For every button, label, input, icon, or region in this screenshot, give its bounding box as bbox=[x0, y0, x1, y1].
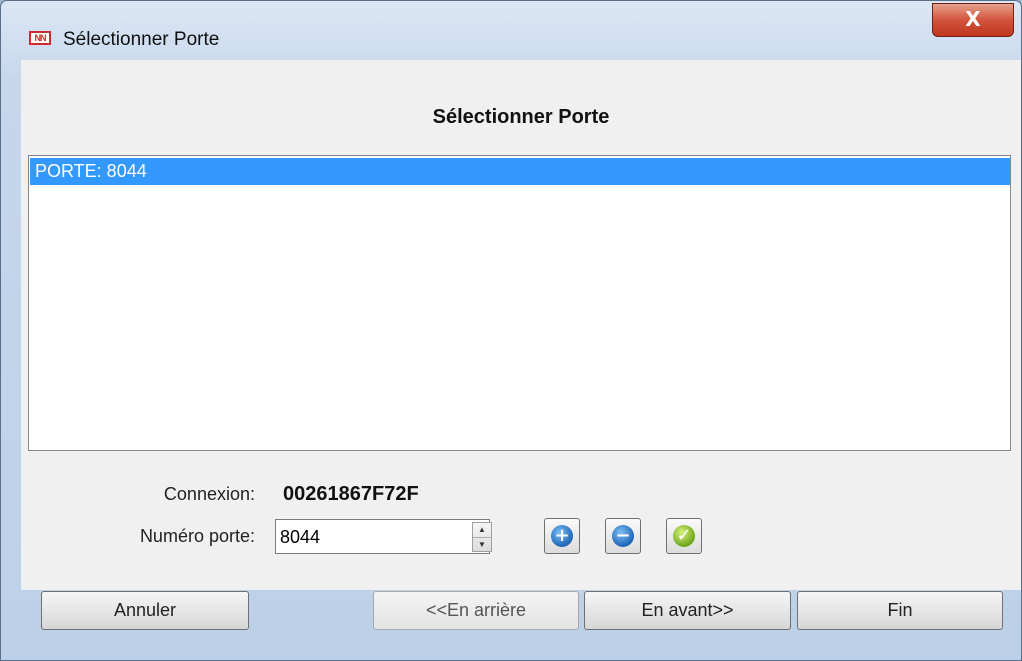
finish-button[interactable]: Fin bbox=[797, 591, 1003, 630]
port-number-spinner[interactable]: ▲ ▼ bbox=[472, 522, 492, 552]
page-heading: Sélectionner Porte bbox=[432, 106, 610, 128]
spinner-up-icon[interactable]: ▲ bbox=[473, 523, 491, 537]
close-icon: X bbox=[965, 7, 981, 31]
port-number-field[interactable] bbox=[275, 519, 490, 554]
remove-port-button[interactable]: − bbox=[605, 518, 641, 554]
port-number-label: Numéro porte: bbox=[139, 526, 255, 546]
list-item-port[interactable]: PORTE: 8044 bbox=[30, 158, 1010, 185]
app-logo-icon: NN bbox=[29, 31, 51, 45]
connection-label: Connexion: bbox=[163, 484, 255, 504]
connection-value: 00261867F72F bbox=[283, 483, 419, 505]
confirm-port-button[interactable]: ✓ bbox=[666, 518, 702, 554]
add-port-button[interactable]: + bbox=[544, 518, 580, 554]
next-button[interactable]: En avant>> bbox=[584, 591, 791, 630]
spinner-down-icon[interactable]: ▼ bbox=[473, 537, 491, 552]
cancel-button[interactable]: Annuler bbox=[41, 591, 249, 630]
port-list[interactable]: PORTE: 8044 bbox=[28, 155, 1011, 451]
client-area: Sélectionner Porte PORTE: 8044 Connexion… bbox=[21, 60, 1021, 590]
dialog-window: NN Sélectionner Porte X Sélectionner Por… bbox=[0, 0, 1022, 661]
port-number-input[interactable] bbox=[276, 522, 460, 552]
plus-icon: + bbox=[554, 525, 570, 546]
close-button[interactable]: X bbox=[932, 3, 1014, 37]
back-button[interactable]: <<En arrière bbox=[373, 591, 579, 630]
checkmark-icon: ✓ bbox=[676, 525, 692, 546]
window-title: Sélectionner Porte bbox=[63, 29, 220, 50]
minus-icon: − bbox=[615, 525, 631, 546]
